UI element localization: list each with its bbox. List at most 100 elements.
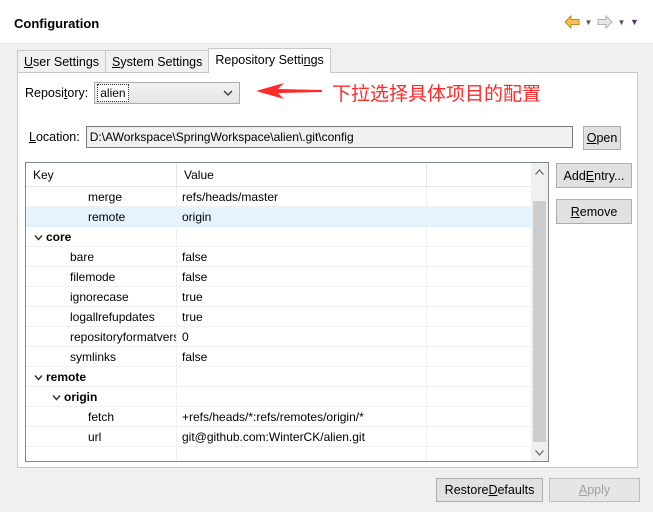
column-header-value[interactable]: Value: [177, 163, 427, 187]
filler-cell: [427, 307, 532, 327]
key-cell: ignorecase: [26, 287, 177, 307]
table-row[interactable]: core: [26, 227, 532, 247]
key-cell: url: [26, 427, 177, 447]
table-header: Key Value: [26, 163, 532, 187]
table-row[interactable]: ignorecase true: [26, 287, 532, 307]
value-cell: [177, 227, 427, 247]
repository-row: Repository: alien: [25, 82, 241, 104]
value-cell: false: [177, 267, 427, 287]
expand-chevron-icon[interactable]: [34, 233, 46, 243]
forward-arrow-icon[interactable]: [597, 14, 613, 30]
value-cell: +refs/heads/*:refs/remotes/origin/*: [177, 407, 427, 427]
callout-text: 下拉选择具体项目的配置: [332, 83, 542, 105]
key-text: origin: [64, 390, 98, 404]
repository-select[interactable]: alien: [94, 82, 241, 104]
table-row[interactable]: bare false: [26, 247, 532, 267]
table-row[interactable]: repositoryformatversion0: [26, 327, 532, 347]
filler-cell: [427, 367, 532, 387]
table-row[interactable]: symlinks false: [26, 347, 532, 367]
key-text: remote: [88, 210, 126, 224]
scrollbar-thumb[interactable]: [533, 201, 546, 442]
key-text: url: [88, 430, 102, 444]
location-label: Location:: [29, 130, 80, 144]
restore-defaults-button[interactable]: Restore Defaults: [436, 478, 543, 502]
value-cell: refs/heads/master: [177, 187, 427, 207]
key-cell: logallrefupdates: [26, 307, 177, 327]
navigation-buttons: ▼ ▼ ▼: [564, 14, 639, 30]
open-button[interactable]: Open: [583, 126, 621, 150]
filler-cell: [427, 427, 532, 447]
filler-cell: [427, 347, 532, 367]
key-cell: merge: [26, 187, 177, 207]
key-cell: bare: [26, 247, 177, 267]
filler-cell: [427, 207, 532, 227]
key-cell: fetch: [26, 407, 177, 427]
value-cell: true: [177, 287, 427, 307]
page-title: Configuration: [14, 16, 100, 31]
table-row[interactable]: remote: [26, 367, 532, 387]
key-text: bare: [70, 250, 95, 264]
filler-cell: [427, 247, 532, 267]
key-text: symlinks: [70, 350, 117, 364]
config-table[interactable]: Key Value merge refs/heads/master remote or…: [25, 162, 549, 462]
expand-chevron-icon[interactable]: [34, 373, 46, 383]
key-cell: symlinks: [26, 347, 177, 367]
add-entry-button[interactable]: Add Entry...: [556, 163, 632, 188]
filler-cell: [427, 187, 532, 207]
back-history-dropdown-icon[interactable]: ▼: [584, 14, 593, 30]
table-row[interactable]: filemode false: [26, 267, 532, 287]
location-row: Location: D:\AWorkspace\SpringWorkspace\…: [29, 126, 573, 148]
key-cell: [26, 447, 177, 461]
preferences-header: Configuration ▼ ▼ ▼: [0, 0, 653, 44]
tab-user-settings[interactable]: User Settings: [17, 50, 107, 72]
location-field[interactable]: D:\AWorkspace\SpringWorkspace\alien\.git…: [85, 126, 573, 148]
table-row[interactable]: [26, 447, 532, 461]
value-cell: true: [177, 307, 427, 327]
key-text: repositoryformatversion: [70, 330, 176, 344]
value-cell: origin: [177, 207, 427, 227]
table-row[interactable]: fetch +refs/heads/*:refs/remotes/origin/*: [26, 407, 532, 427]
apply-button[interactable]: Apply: [549, 478, 640, 502]
filler-cell: [427, 287, 532, 307]
chevron-down-icon: [223, 87, 233, 101]
table-row[interactable]: remote origin: [26, 207, 532, 227]
key-text: remote: [46, 370, 87, 384]
filler-cell: [427, 267, 532, 287]
back-arrow-icon[interactable]: [564, 14, 580, 30]
filler-cell: [427, 327, 532, 347]
scroll-down-icon[interactable]: [531, 444, 548, 461]
tab-system-settings[interactable]: System Settings: [105, 50, 210, 72]
key-text: ignorecase: [70, 290, 129, 304]
value-cell: false: [177, 347, 427, 367]
column-header-key[interactable]: Key: [26, 163, 177, 187]
key-text: merge: [88, 190, 123, 204]
value-cell: [177, 367, 427, 387]
key-cell: origin: [26, 387, 177, 407]
key-cell: repositoryformatversion: [26, 327, 177, 347]
value-cell: git@github.com:WinterCK/alien.git: [177, 427, 427, 447]
scroll-up-icon[interactable]: [531, 163, 548, 180]
table-row[interactable]: logallrefupdates true: [26, 307, 532, 327]
view-menu-icon[interactable]: ▼: [630, 14, 639, 30]
repository-settings-panel: Repository: alien 下拉选择具体项目的配置 Location: …: [17, 72, 638, 468]
table-row[interactable]: merge refs/heads/master: [26, 187, 532, 207]
callout-annotation: 下拉选择具体项目的配置: [254, 79, 541, 106]
forward-history-dropdown-icon[interactable]: ▼: [617, 14, 626, 30]
filler-cell: [427, 387, 532, 407]
vertical-scrollbar[interactable]: [531, 163, 548, 461]
table-row[interactable]: origin: [26, 387, 532, 407]
filler-cell: [427, 227, 532, 247]
key-cell: filemode: [26, 267, 177, 287]
expand-chevron-icon[interactable]: [52, 393, 64, 403]
key-cell: core: [26, 227, 177, 247]
repository-label: Repository:: [25, 86, 89, 100]
table-row[interactable]: url git@github.com:WinterCK/alien.git: [26, 427, 532, 447]
tab-repository-settings[interactable]: Repository Settings: [208, 48, 331, 73]
value-cell: [177, 447, 427, 461]
table-body: merge refs/heads/master remote origin core ba…: [26, 187, 532, 461]
red-arrow-icon: [254, 81, 324, 104]
key-cell: remote: [26, 367, 177, 387]
key-text: core: [46, 230, 72, 244]
value-cell: [177, 387, 427, 407]
remove-button[interactable]: Remove: [556, 199, 632, 224]
